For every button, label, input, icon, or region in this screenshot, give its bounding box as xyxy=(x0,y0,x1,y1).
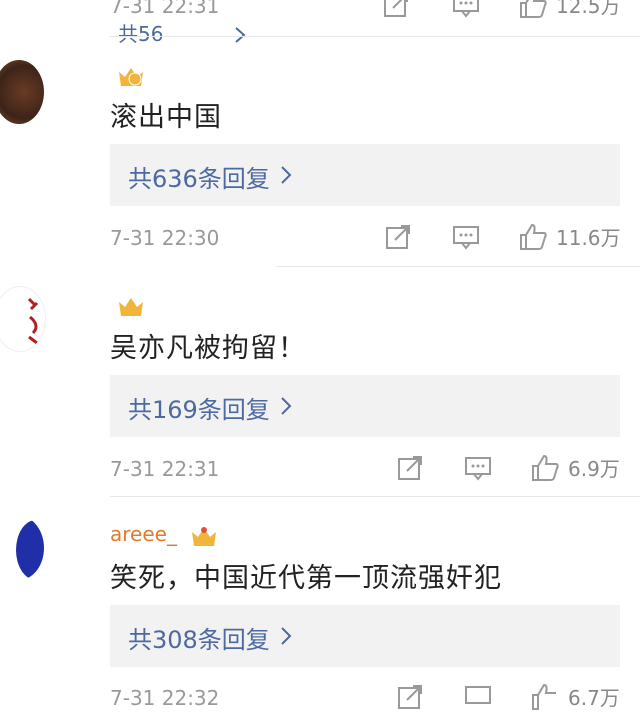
reply-summary-button[interactable]: 共636条回复 xyxy=(110,144,620,206)
reply-count: 共169条回复 xyxy=(128,396,270,424)
reply-count: 共308条回复 xyxy=(128,626,270,654)
like-count: 6.7万 xyxy=(568,686,620,710)
avatar-image xyxy=(27,297,39,345)
comment-text: 滚出中国 xyxy=(110,102,222,133)
comment-meta-row: 7-31 22:32 6.7万 xyxy=(0,682,640,714)
like-icon xyxy=(520,223,547,250)
avatar-image xyxy=(16,520,44,580)
like-count: 6.9万 xyxy=(568,457,620,481)
like-count: 11.6万 xyxy=(556,226,621,250)
crown-badge-icon xyxy=(119,67,143,86)
like-button[interactable]: 12.5万 xyxy=(518,0,621,19)
share-icon xyxy=(386,225,410,249)
divider xyxy=(110,36,640,37)
username[interactable]: areee_ xyxy=(110,522,219,548)
comment-time: 7-31 22:30 xyxy=(110,226,220,250)
comment-icon xyxy=(453,226,479,250)
share-icon xyxy=(398,456,422,480)
comment-button[interactable] xyxy=(464,455,492,481)
like-button[interactable]: 11.6万 xyxy=(518,222,621,251)
share-icon xyxy=(384,0,408,17)
comment-button[interactable] xyxy=(452,0,480,18)
share-icon xyxy=(398,685,422,709)
username-text: areee_ xyxy=(110,522,177,546)
chevron-right-icon xyxy=(235,27,246,43)
username[interactable] xyxy=(110,292,146,318)
comment-text: 笑死，中国近代第一顶流强奸犯 xyxy=(110,563,502,594)
avatar[interactable] xyxy=(0,516,44,580)
chevron-right-icon xyxy=(281,627,292,645)
like-button[interactable]: 6.9万 xyxy=(530,453,620,482)
comment-icon xyxy=(465,686,491,704)
like-button[interactable]: 6.7万 xyxy=(530,682,620,711)
comment-time: 7-31 22:31 xyxy=(110,457,220,481)
comment-button[interactable] xyxy=(464,684,492,710)
share-button[interactable] xyxy=(397,684,425,710)
like-count: 12.5万 xyxy=(556,0,621,18)
comment-text: 吴亦凡被拘留！ xyxy=(110,333,306,364)
chevron-right-icon xyxy=(281,166,292,184)
reply-count: 共636条回复 xyxy=(128,165,270,193)
comment-meta-row: 7-31 22:31 6.9万 xyxy=(0,453,640,485)
divider xyxy=(276,266,640,267)
comment-time: 7-31 22:32 xyxy=(110,686,220,710)
top-meta-row: 7-31 22:31 12.5万 xyxy=(0,0,640,22)
like-icon xyxy=(532,683,556,710)
divider xyxy=(110,496,640,497)
comment-icon xyxy=(465,457,491,481)
reply-summary-button[interactable]: 共308条回复 xyxy=(110,605,620,667)
like-icon xyxy=(532,454,559,481)
comment-button[interactable] xyxy=(452,224,480,250)
crown-badge-icon xyxy=(192,526,217,546)
share-button[interactable] xyxy=(385,224,413,250)
comment-meta-row: 7-31 22:30 11.6万 xyxy=(0,222,640,254)
like-icon xyxy=(520,0,547,18)
crown-badge-icon xyxy=(119,297,143,316)
reply-summary-button[interactable]: 共169条回复 xyxy=(110,375,620,437)
comment-icon xyxy=(453,0,479,18)
username[interactable] xyxy=(110,62,146,88)
comment-time: 7-31 22:31 xyxy=(110,0,220,18)
share-button[interactable] xyxy=(397,455,425,481)
reply-partial-label[interactable]: 共56 xyxy=(118,18,163,47)
chevron-right-icon xyxy=(281,397,292,415)
share-button[interactable] xyxy=(383,0,411,18)
avatar[interactable] xyxy=(0,286,46,352)
avatar[interactable] xyxy=(0,60,44,124)
